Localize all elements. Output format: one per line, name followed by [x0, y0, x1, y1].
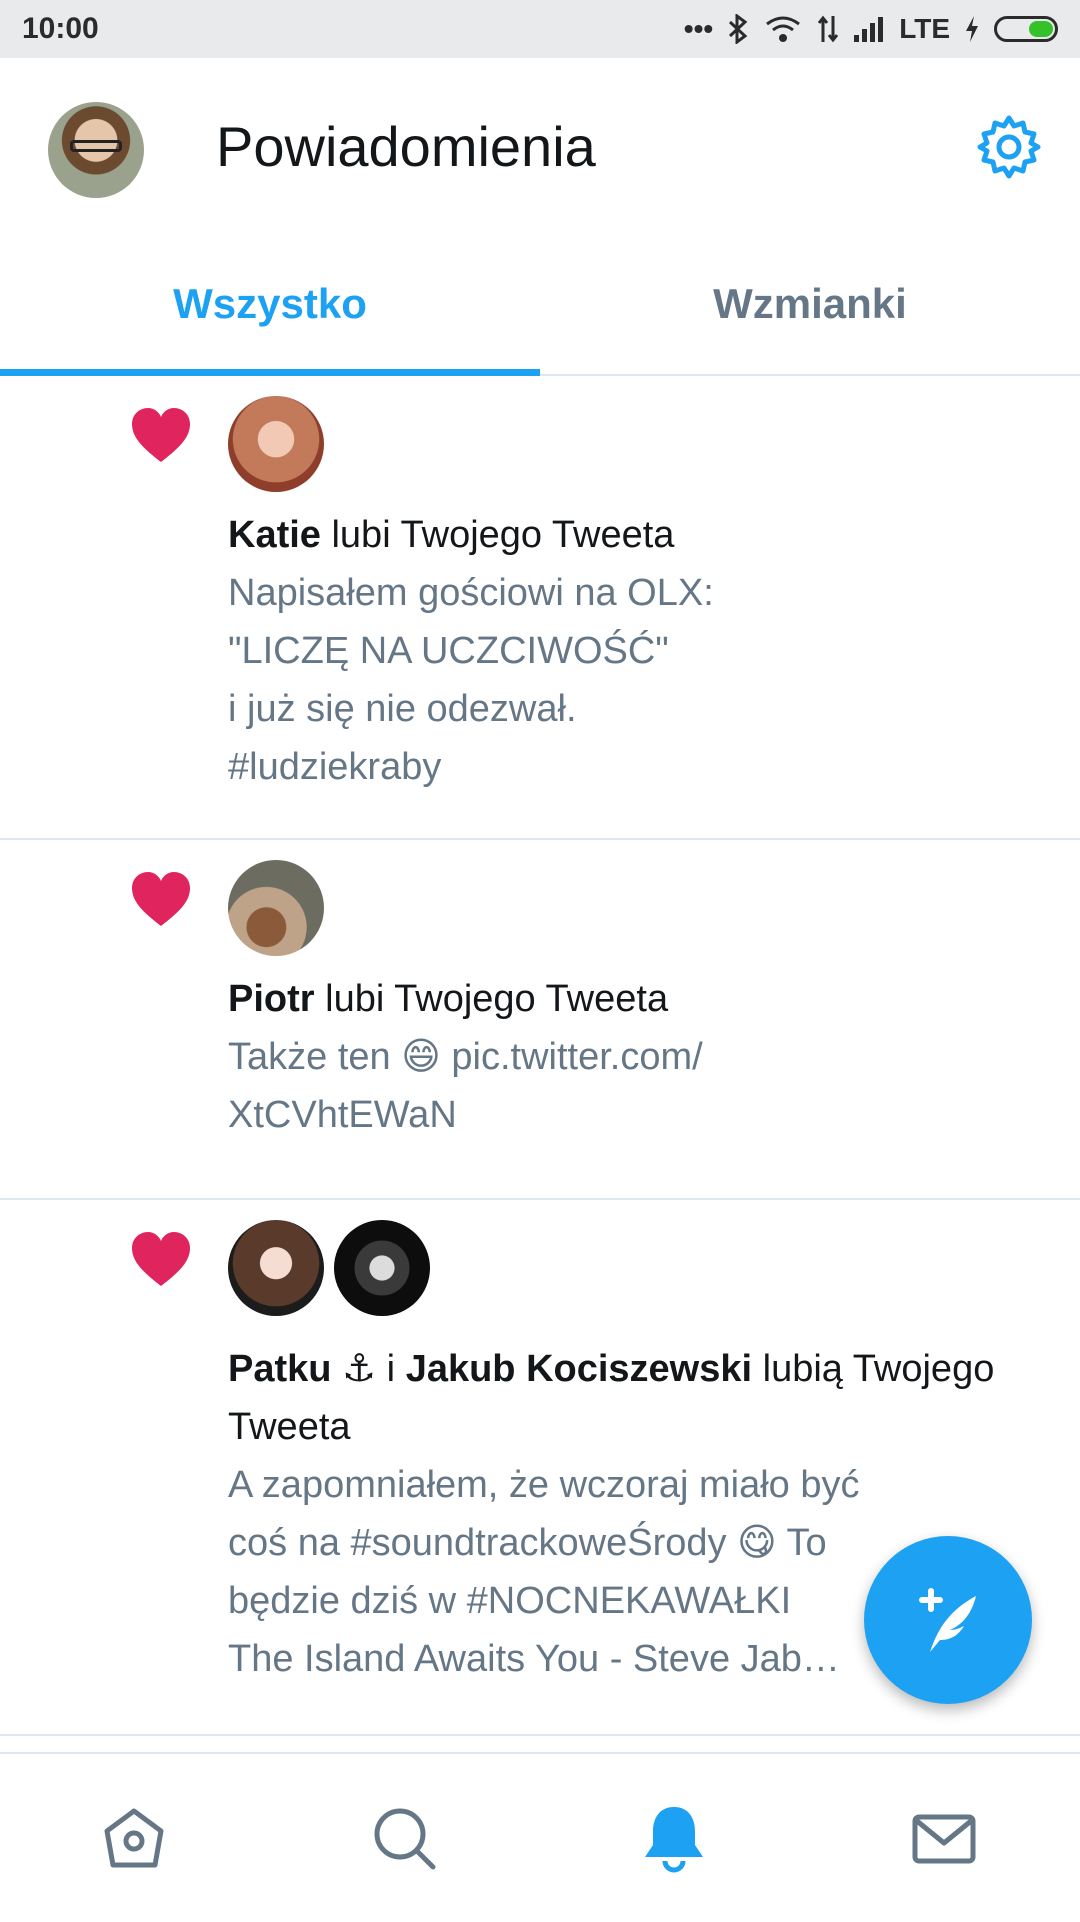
nav-search[interactable]	[354, 1788, 454, 1888]
notification-action: lubi Twojego Tweeta	[325, 978, 669, 1020]
notification-action: lubi Twojego Tweeta	[331, 514, 675, 556]
nav-messages[interactable]	[894, 1788, 994, 1888]
nav-notifications[interactable]	[624, 1788, 724, 1888]
page-title: Powiadomienia	[216, 115, 596, 178]
avatar[interactable]	[334, 1220, 430, 1316]
heart-icon	[132, 408, 190, 462]
heart-icon	[132, 1232, 190, 1286]
more-dots-icon: •••	[683, 13, 714, 44]
tweet-text[interactable]: Także ten 😄 pic.twitter.com/ XtCVhtEWaN	[228, 1028, 1040, 1144]
notification-header: Katie lubi Twojego Tweeta	[228, 506, 1040, 564]
data-transfer-icon	[818, 15, 839, 43]
tab-mentions[interactable]: Wzmianki	[540, 234, 1080, 374]
tweet-text[interactable]: Napisałem gościowi na OLX: "LICZĘ NA UCZ…	[228, 564, 1040, 796]
notification-tabs: Wszystko Wzmianki	[0, 234, 1080, 376]
bottom-nav	[0, 1752, 1080, 1922]
notifications-icon	[645, 1807, 703, 1873]
avatar[interactable]	[228, 396, 324, 492]
app-header: Powiadomienia	[0, 58, 1080, 234]
network-type: LTE	[899, 13, 950, 44]
search-icon	[374, 1808, 436, 1870]
notification-header: Piotr lubi Twojego Tweeta	[228, 970, 1040, 1028]
avatar[interactable]	[228, 1220, 324, 1316]
compose-quill-icon	[919, 1588, 976, 1652]
gear-icon[interactable]	[974, 112, 1044, 182]
actor-joiner: i	[386, 1348, 396, 1390]
status-time: 10:00	[22, 12, 99, 45]
tab-all[interactable]: Wszystko	[0, 234, 540, 374]
avatar[interactable]	[228, 860, 324, 956]
heart-icon	[132, 872, 190, 926]
actor-name[interactable]: Patku ⚓	[228, 1348, 376, 1390]
actor-name[interactable]: Piotr	[228, 978, 315, 1020]
status-bar: 10:00 ••• LTE	[0, 0, 1080, 58]
status-icons: ••• LTE	[684, 13, 1058, 45]
bluetooth-icon	[729, 14, 748, 44]
wifi-icon	[766, 16, 801, 42]
list-item[interactable]: Katie lubi Twojego Tweeta Napisałem gośc…	[0, 376, 1080, 840]
list-item[interactable]: Piotr lubi Twojego Tweeta Także ten 😄 pi…	[0, 840, 1080, 1200]
nav-home[interactable]	[84, 1788, 184, 1888]
charging-icon	[966, 16, 978, 42]
battery-icon	[994, 16, 1058, 42]
home-icon	[104, 1808, 164, 1868]
signal-icon	[854, 17, 884, 42]
profile-avatar[interactable]	[48, 102, 144, 198]
compose-tweet-button[interactable]	[864, 1536, 1032, 1704]
notification-header: Patku ⚓ i Jakub Kociszewski lubią Twojeg…	[228, 1340, 1040, 1456]
messages-icon	[912, 1814, 976, 1864]
active-tab-indicator	[0, 369, 540, 376]
actor-name[interactable]: Katie	[228, 514, 321, 556]
actor-name[interactable]: Jakub Kociszewski	[406, 1348, 752, 1390]
